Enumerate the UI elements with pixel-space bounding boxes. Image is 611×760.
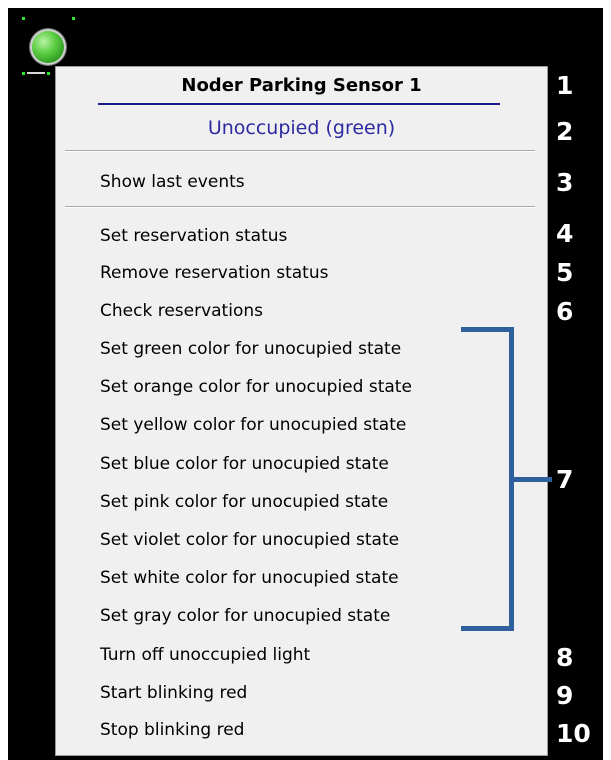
- annotation-number-1: 1: [556, 71, 574, 100]
- menu-item-set-gray-color[interactable]: Set gray color for unocupied state: [100, 605, 390, 627]
- menu-item-turn-off-unoccupied-light[interactable]: Turn off unoccupied light: [100, 644, 310, 666]
- menu-item-set-yellow-color[interactable]: Set yellow color for unocupied state: [100, 414, 406, 436]
- selection-line: [27, 72, 45, 74]
- selection-handle: [47, 72, 50, 75]
- annotation-number-5: 5: [556, 258, 574, 287]
- annotation-bracket-top: [461, 327, 514, 332]
- title-underline: [98, 103, 500, 105]
- menu-item-set-green-color[interactable]: Set green color for unocupied state: [100, 338, 401, 360]
- annotation-bracket-bottom: [461, 626, 514, 631]
- selection-handle: [22, 72, 25, 75]
- menu-item-show-last-events[interactable]: Show last events: [100, 171, 245, 193]
- context-menu: Noder Parking Sensor 1 Unoccupied (green…: [55, 66, 548, 756]
- annotation-number-3: 3: [556, 168, 574, 197]
- menu-status: Unoccupied (green): [207, 117, 396, 139]
- menu-item-check-reservations[interactable]: Check reservations: [100, 300, 263, 322]
- menu-item-set-pink-color[interactable]: Set pink color for unocupied state: [100, 491, 388, 513]
- menu-item-set-blue-color[interactable]: Set blue color for unocupied state: [100, 453, 389, 475]
- menu-separator: [65, 150, 535, 152]
- menu-item-set-white-color[interactable]: Set white color for unocupied state: [100, 567, 399, 589]
- menu-title: Noder Parking Sensor 1: [181, 75, 422, 96]
- menu-item-stop-blinking-red[interactable]: Stop blinking red: [100, 719, 244, 741]
- selection-handle: [22, 17, 25, 20]
- selection-handle: [72, 17, 75, 20]
- annotation-number-6: 6: [556, 297, 574, 326]
- menu-separator: [65, 206, 535, 208]
- menu-item-remove-reservation-status[interactable]: Remove reservation status: [100, 262, 328, 284]
- annotation-number-8: 8: [556, 643, 574, 672]
- menu-item-set-orange-color[interactable]: Set orange color for unocupied state: [100, 376, 412, 398]
- green-status-light-icon[interactable]: [30, 29, 66, 65]
- annotation-number-7: 7: [556, 465, 574, 494]
- menu-item-set-reservation-status[interactable]: Set reservation status: [100, 225, 287, 247]
- annotation-number-4: 4: [556, 219, 574, 248]
- annotation-bracket-pointer: [514, 477, 552, 482]
- annotation-number-9: 9: [556, 681, 574, 710]
- menu-item-set-violet-color[interactable]: Set violet color for unocupied state: [100, 529, 399, 551]
- annotation-number-2: 2: [556, 117, 574, 146]
- menu-item-start-blinking-red[interactable]: Start blinking red: [100, 682, 247, 704]
- annotation-number-10: 10: [556, 719, 591, 748]
